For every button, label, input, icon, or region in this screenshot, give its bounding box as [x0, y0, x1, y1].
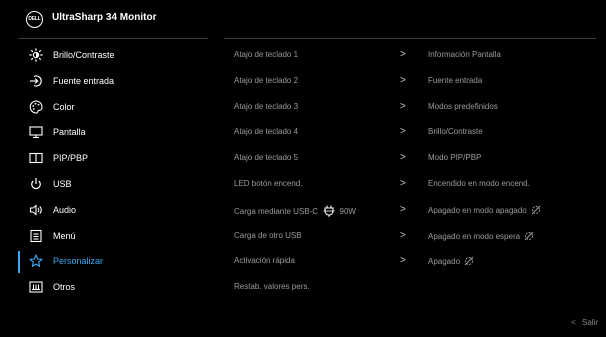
chevron-right-icon: >	[400, 74, 406, 86]
option-label: Activación rápida	[234, 256, 295, 266]
chevron-right-icon: >	[400, 255, 406, 267]
menu-item-fuente-entrada[interactable]: Fuente entrada	[0, 69, 210, 95]
option-label: Atajo de teclado 4	[234, 127, 299, 137]
power-off-icon	[464, 256, 474, 268]
option-value-text: Apagado en modo apagado	[428, 205, 527, 215]
palette-icon	[29, 100, 43, 114]
menu-item-label: Audio	[53, 204, 77, 215]
brightness-icon	[29, 48, 43, 62]
menu-item-label: USB	[53, 178, 72, 189]
exit-label: Salir	[581, 318, 598, 327]
chevron-right-icon: >	[400, 177, 406, 189]
menu-item-personalizar[interactable]: Personalizar	[0, 249, 210, 275]
option-value: Apagado en modo espera	[428, 231, 534, 243]
star-icon	[29, 254, 43, 268]
submenu-panel: Atajo de teclado 1 > Información Pantall…	[234, 43, 606, 301]
option-label-text: Carga mediante USB-C	[234, 206, 319, 216]
dell-logo: DELL	[26, 11, 43, 28]
submenu-row-atajo-2[interactable]: Atajo de teclado 2 > Fuente entrada	[234, 69, 606, 95]
option-value: Fuente entrada	[428, 75, 483, 85]
chevron-right-icon: >	[400, 49, 406, 60]
main-menu: Brillo/Contraste Fuente entrada Color Pa…	[0, 43, 210, 301]
active-indicator	[18, 251, 20, 274]
menu-item-label: Fuente entrada	[53, 75, 115, 86]
option-label: Atajo de teclado 2	[234, 75, 299, 85]
menu-item-label: Otros	[53, 282, 76, 293]
option-label: Atajo de teclado 1	[234, 50, 299, 59]
chevron-right-icon: >	[400, 126, 406, 138]
menu-icon	[29, 229, 43, 243]
menu-item-color[interactable]: Color	[0, 95, 210, 121]
menu-item-otros[interactable]: Otros	[0, 275, 210, 301]
power-off-icon	[524, 231, 534, 243]
speaker-icon	[29, 203, 43, 217]
menu-item-audio[interactable]: Audio	[0, 198, 210, 224]
option-value: Encendido en modo encend.	[428, 178, 530, 188]
others-icon	[29, 280, 43, 294]
chevron-right-icon: >	[400, 152, 406, 164]
monitor-title: UltraSharp 34 Monitor	[52, 12, 157, 23]
option-value: Modos predefinidos	[428, 101, 498, 111]
header-divider-right	[224, 38, 596, 39]
exit-button[interactable]: < Salir	[571, 318, 598, 327]
menu-item-pantalla[interactable]: Pantalla	[0, 120, 210, 146]
menu-item-label: Color	[53, 101, 75, 112]
menu-item-label: PIP/PBP	[53, 153, 89, 164]
option-value: Apagado en modo apagado	[428, 205, 541, 217]
option-value: Brillo/Contraste	[428, 127, 483, 137]
menu-item-label: Personalizar	[53, 256, 104, 267]
menu-item-brillo-contraste[interactable]: Brillo/Contraste	[0, 43, 210, 69]
option-label: Carga mediante USB-C 90W	[234, 205, 356, 219]
monitor-icon	[29, 125, 43, 139]
usb-icon	[29, 177, 43, 191]
menu-item-label: Pantalla	[53, 127, 86, 138]
osd-header: DELL UltraSharp 34 Monitor	[0, 0, 606, 38]
header-divider-left	[18, 38, 208, 39]
chevron-left-icon: <	[571, 318, 576, 327]
menu-item-usb[interactable]: USB	[0, 172, 210, 198]
input-source-icon	[29, 74, 43, 88]
menu-item-label: Brillo/Contraste	[53, 50, 115, 60]
option-value-text: Apagado	[428, 257, 461, 267]
option-label: Carga de otro USB	[234, 230, 302, 240]
option-label: Restab. valores pers.	[234, 282, 310, 292]
power-off-icon	[531, 205, 541, 217]
pip-pbp-icon	[29, 151, 43, 165]
option-label: Atajo de teclado 5	[234, 153, 299, 163]
option-value: Información Pantalla	[428, 50, 501, 59]
option-value: Modo PIP/PBP	[428, 153, 482, 163]
submenu-row-atajo-3[interactable]: Atajo de teclado 3 > Modos predefinidos	[234, 95, 606, 121]
menu-item-pip-pbp[interactable]: PIP/PBP	[0, 146, 210, 172]
submenu-row-led-boton[interactable]: LED botón encend. > Encendido en modo en…	[234, 172, 606, 198]
submenu-row-carga-otro-usb[interactable]: Carga de otro USB > Apagado en modo espe…	[234, 224, 606, 250]
menu-item-menu[interactable]: Menú	[0, 224, 210, 250]
option-label: Atajo de teclado 3	[234, 101, 299, 111]
option-label: LED botón encend.	[234, 178, 303, 188]
submenu-row-atajo-5[interactable]: Atajo de teclado 5 > Modo PIP/PBP	[234, 146, 606, 172]
option-value-text: Apagado en modo espera	[428, 231, 521, 241]
submenu-row-carga-usb-c[interactable]: Carga mediante USB-C 90W > Apagado en mo…	[234, 198, 606, 224]
chevron-right-icon: >	[400, 229, 406, 241]
chevron-right-icon: >	[400, 203, 406, 215]
menu-item-label: Menú	[53, 230, 76, 241]
submenu-row-atajo-1[interactable]: Atajo de teclado 1 > Información Pantall…	[234, 43, 606, 69]
power-plug-icon	[323, 205, 335, 219]
option-value: Apagado	[428, 256, 474, 268]
submenu-row-activacion-rapida[interactable]: Activación rápida > Apagado	[234, 249, 606, 275]
power-rating: 90W	[339, 206, 356, 216]
submenu-row-atajo-4[interactable]: Atajo de teclado 4 > Brillo/Contraste	[234, 120, 606, 146]
submenu-row-restab-valores[interactable]: Restab. valores pers.	[234, 275, 606, 301]
chevron-right-icon: >	[400, 100, 406, 112]
